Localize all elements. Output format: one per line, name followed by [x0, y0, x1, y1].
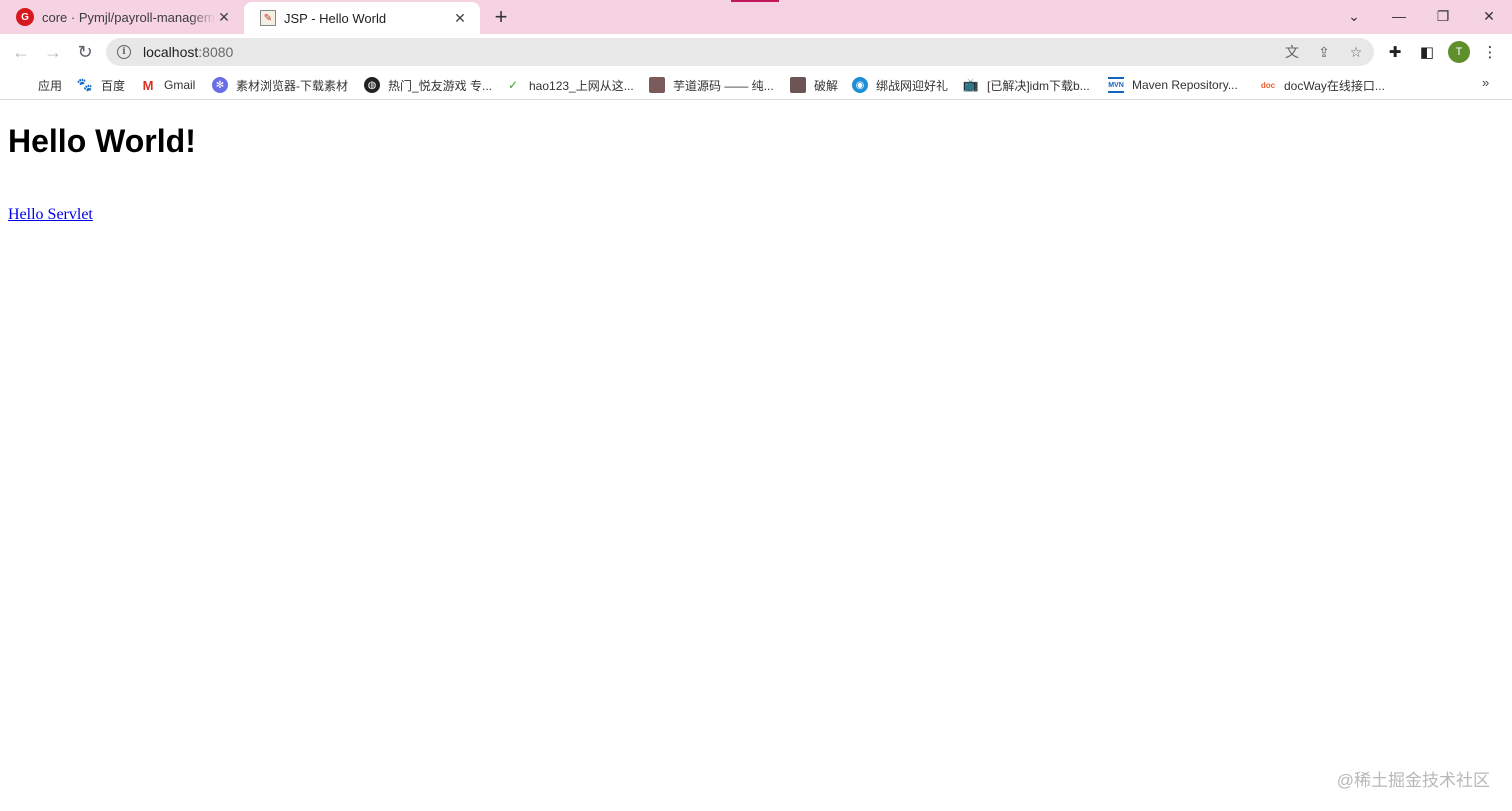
- bookmark-label: 素材浏览器-下载素材: [236, 78, 348, 93]
- bookmark-yudao[interactable]: 芋道源码 —— 纯...: [649, 75, 774, 95]
- tab-search-chevron-down-icon[interactable]: ⌄: [1332, 0, 1376, 32]
- doc-icon: doc: [1260, 80, 1276, 90]
- page-heading: Hello World!: [8, 123, 196, 159]
- bookmark-label: 芋道源码 —— 纯...: [673, 78, 774, 93]
- url-host: localhost: [143, 44, 199, 60]
- close-icon[interactable]: ✕: [216, 9, 232, 25]
- bookmark-label: 绑战网迎好礼: [876, 78, 949, 93]
- bookmark-label: docWay在线接口...: [1284, 78, 1385, 93]
- snowflake-icon: ✻: [212, 77, 228, 93]
- new-tab-button[interactable]: +: [489, 4, 513, 30]
- page-viewport: Hello World! Hello Servlet @稀土掘金技术社区: [0, 101, 1512, 811]
- bookmarks-overflow-chevron-icon[interactable]: »: [1482, 75, 1489, 90]
- apps-grid-icon: [14, 77, 30, 93]
- bookmark-label: 热门_悦友游戏 专...: [388, 78, 493, 93]
- url-port: :8080: [198, 44, 234, 60]
- browser-toolbar: ← → ↻ i localhost:8080 文 ⇪ ☆ ✚ ◧ T ⋮: [0, 34, 1512, 70]
- address-bar[interactable]: i localhost:8080 文 ⇪ ☆: [106, 38, 1374, 66]
- bookmark-sucai[interactable]: ✻ 素材浏览器-下载素材: [212, 75, 348, 95]
- bookmark-hao123[interactable]: ✓ hao123_上网从这...: [505, 75, 634, 95]
- reload-button[interactable]: ↻: [71, 38, 99, 66]
- tab-jsp-hello-world[interactable]: ✎ JSP - Hello World ✕: [244, 2, 480, 34]
- title-accent-bar: [731, 0, 779, 2]
- window-close-button[interactable]: ✕: [1467, 0, 1511, 32]
- bookmark-pojie[interactable]: 破解: [790, 75, 838, 95]
- jsp-page-icon: ✎: [260, 10, 276, 26]
- bookmark-battlenet[interactable]: ◉ 绑战网迎好礼: [852, 75, 948, 95]
- minimize-button[interactable]: —: [1377, 0, 1421, 32]
- tab-title: JSP - Hello World: [284, 10, 387, 26]
- bookmark-label: 百度: [101, 78, 126, 93]
- mvn-icon: MVN: [1108, 77, 1124, 93]
- bookmark-label: hao123_上网从这...: [529, 78, 634, 93]
- gitee-icon: G: [16, 8, 34, 26]
- bookmark-star-icon[interactable]: ☆: [1346, 42, 1366, 62]
- hao123-icon: ✓: [507, 78, 519, 92]
- bookmark-apps[interactable]: 应用: [14, 75, 62, 95]
- restore-button[interactable]: ❐: [1421, 0, 1465, 32]
- url-text[interactable]: localhost:8080: [143, 44, 233, 60]
- site-info-icon[interactable]: i: [117, 45, 131, 59]
- bookmark-label: Maven Repository...: [1132, 78, 1238, 92]
- back-button[interactable]: ←: [7, 38, 35, 66]
- globe-icon: ◍: [364, 77, 380, 93]
- translate-icon[interactable]: 文: [1282, 42, 1302, 62]
- bookmarks-bar: 应用 🐾 百度 M Gmail ✻ 素材浏览器-下载素材 ◍ 热门_悦友游戏 专…: [0, 70, 1512, 100]
- menu-kebab-icon[interactable]: ⋮: [1479, 41, 1501, 63]
- avatar-thumb-icon: [790, 77, 806, 93]
- bookmark-label: Gmail: [164, 78, 196, 92]
- forward-button[interactable]: →: [39, 38, 67, 66]
- share-icon[interactable]: ⇪: [1314, 42, 1334, 62]
- bilibili-icon: 📺: [962, 77, 980, 92]
- baidu-paw-icon: 🐾: [76, 77, 94, 92]
- bookmark-maven[interactable]: MVN Maven Repository...: [1108, 75, 1238, 95]
- bookmark-gmail[interactable]: M Gmail: [140, 75, 196, 95]
- close-icon[interactable]: ✕: [452, 10, 468, 26]
- tab-title: core · Pymjl/payroll-managem: [42, 9, 215, 25]
- bookmark-baidu[interactable]: 🐾 百度: [77, 75, 125, 95]
- battlenet-icon: ◉: [852, 77, 868, 93]
- tab-gitee[interactable]: G core · Pymjl/payroll-managem ✕: [0, 0, 244, 34]
- bookmark-bilibili[interactable]: 📺 [已解决]idm下载b...: [963, 75, 1090, 95]
- bookmark-label: 应用: [38, 78, 63, 93]
- side-panel-icon[interactable]: ◧: [1416, 41, 1438, 63]
- profile-avatar[interactable]: T: [1448, 41, 1470, 63]
- watermark-text: @稀土掘金技术社区: [1336, 771, 1490, 790]
- bookmark-label: 破解: [814, 78, 839, 93]
- tab-strip: G core · Pymjl/payroll-managem ✕ ✎ JSP -…: [0, 0, 1512, 34]
- hello-servlet-link[interactable]: Hello Servlet: [8, 206, 93, 224]
- gmail-icon: M: [142, 77, 154, 93]
- bookmark-label: [已解决]idm下载b...: [987, 78, 1090, 93]
- avatar-thumb-icon: [649, 77, 665, 93]
- bookmark-yueyou[interactable]: ◍ 热门_悦友游戏 专...: [364, 75, 492, 95]
- extensions-puzzle-icon[interactable]: ✚: [1384, 41, 1406, 63]
- bookmark-docway[interactable]: doc docWay在线接口...: [1260, 75, 1385, 95]
